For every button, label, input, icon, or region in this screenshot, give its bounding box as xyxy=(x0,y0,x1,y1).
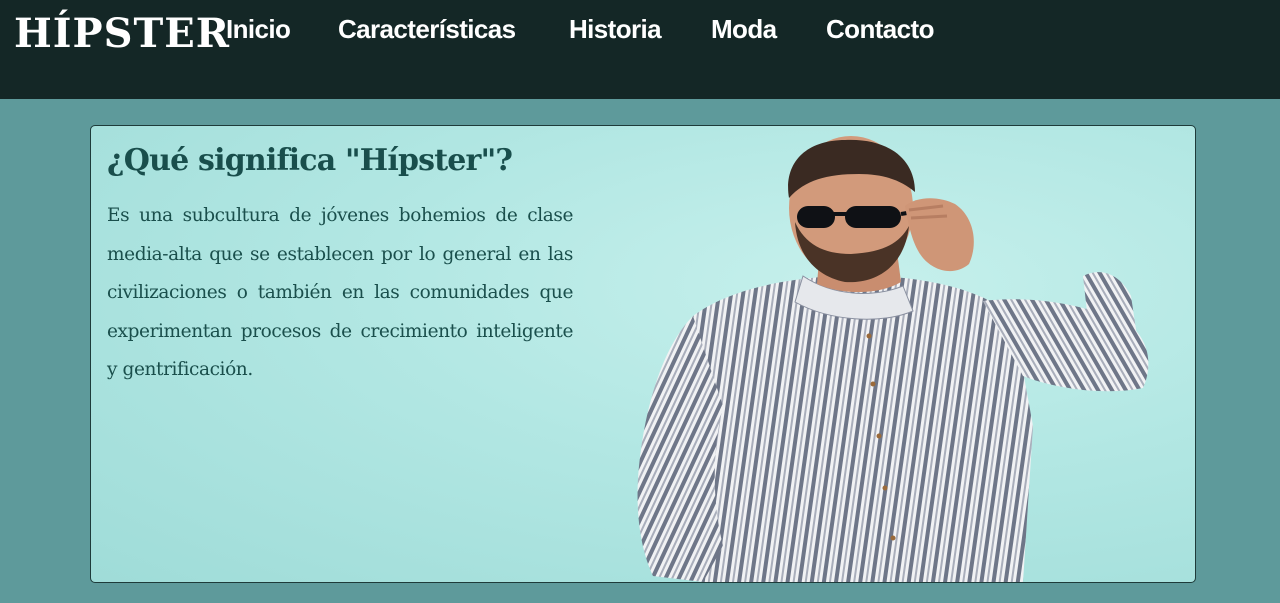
hipster-man-photo xyxy=(637,136,1149,582)
nav-link-caracteristicas[interactable]: Características xyxy=(338,14,516,45)
top-navbar: HÍPSTER Inicio Características Historia … xyxy=(0,0,1280,99)
nav-link-contacto[interactable]: Contacto xyxy=(826,14,934,45)
nav-link-inicio[interactable]: Inicio xyxy=(226,14,291,45)
nav-link-historia[interactable]: Historia xyxy=(569,14,662,45)
section-title: ¿Qué significa "Hípster"? xyxy=(107,143,513,178)
hipster-info-card: ¿Qué significa "Hípster"? Es una subcult… xyxy=(90,125,1196,583)
site-logo[interactable]: HÍPSTER xyxy=(14,10,230,57)
section-description: Es una subcultura de jóvenes bohemios de… xyxy=(107,205,573,380)
nav-link-moda[interactable]: Moda xyxy=(711,14,777,45)
